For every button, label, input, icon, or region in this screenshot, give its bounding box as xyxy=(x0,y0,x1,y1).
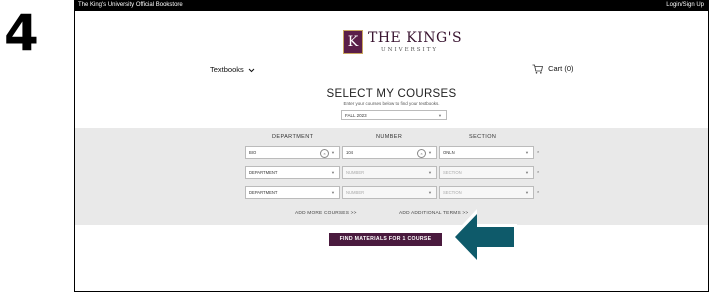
number-select[interactable]: 104 × ▼ xyxy=(342,146,437,159)
chevron-down-icon: ▼ xyxy=(428,170,432,175)
cart-label: Cart (0) xyxy=(548,64,574,73)
number-header: NUMBER xyxy=(376,134,403,140)
logo-letter: K xyxy=(347,34,359,50)
page-subtitle: Enter your courses below to find your te… xyxy=(343,101,440,106)
top-bar: The King's University Official Bookstore… xyxy=(75,0,708,11)
chevron-down-icon: ▼ xyxy=(525,190,529,195)
find-materials-button[interactable]: FIND MATERIALS FOR 1 COURSE xyxy=(329,233,442,246)
section-placeholder: SECTION xyxy=(443,190,462,195)
section-select[interactable]: SECTION ▼ xyxy=(439,186,534,199)
number-value: 104 xyxy=(346,150,353,155)
remove-row-icon[interactable]: × xyxy=(537,169,539,174)
term-select[interactable]: FALL 2023 ▼ xyxy=(341,110,447,120)
add-more-courses-link[interactable]: ADD MORE COURSES >> xyxy=(295,211,357,216)
number-placeholder: NUMBER xyxy=(346,190,365,195)
chevron-down-icon: ▼ xyxy=(525,170,529,175)
login-link[interactable]: Login/Sign Up xyxy=(666,0,704,11)
browser-page: The King's University Official Bookstore… xyxy=(74,0,709,292)
number-placeholder: NUMBER xyxy=(346,170,365,175)
chevron-down-icon: ▼ xyxy=(331,190,335,195)
university-logo[interactable]: K THE KING'S UNIVERSITY xyxy=(343,22,463,60)
section-value: ONLN xyxy=(443,150,455,155)
chevron-down-icon: ▼ xyxy=(525,150,529,155)
chevron-down-icon: ▼ xyxy=(331,170,335,175)
department-select[interactable]: DEPARTMENT ▼ xyxy=(245,186,340,199)
clear-icon[interactable]: × xyxy=(320,149,329,158)
number-select[interactable]: NUMBER ▼ xyxy=(342,166,437,179)
remove-row-icon[interactable]: × xyxy=(537,149,539,154)
chevron-down-icon: ▼ xyxy=(428,150,432,155)
chevron-down-icon xyxy=(248,68,255,72)
department-placeholder: DEPARTMENT xyxy=(249,190,278,195)
term-value: FALL 2023 xyxy=(345,113,367,118)
step-number: 4 xyxy=(4,4,39,62)
department-value: BIO xyxy=(249,150,257,155)
section-select[interactable]: ONLN ▼ xyxy=(439,146,534,159)
logo-title: THE KING'S xyxy=(368,30,463,46)
chevron-down-icon: ▼ xyxy=(438,113,442,118)
cart-link[interactable]: Cart (0) xyxy=(532,64,574,74)
department-header: DEPARTMENT xyxy=(272,134,314,140)
section-placeholder: SECTION xyxy=(443,170,462,175)
number-select[interactable]: NUMBER ▼ xyxy=(342,186,437,199)
logo-subtitle: UNIVERSITY xyxy=(381,47,438,53)
department-select[interactable]: DEPARTMENT ▼ xyxy=(245,166,340,179)
clear-icon[interactable]: × xyxy=(417,149,426,158)
chevron-down-icon: ▼ xyxy=(428,190,432,195)
section-select[interactable]: SECTION ▼ xyxy=(439,166,534,179)
arrow-pointer-icon xyxy=(451,209,517,264)
shield-icon: K xyxy=(343,30,363,54)
textbooks-menu[interactable]: Textbooks xyxy=(210,65,255,74)
page-title: SELECT MY COURSES xyxy=(326,88,457,100)
department-select[interactable]: BIO × ▼ xyxy=(245,146,340,159)
department-placeholder: DEPARTMENT xyxy=(249,170,278,175)
store-name[interactable]: The King's University Official Bookstore xyxy=(78,0,183,11)
chevron-down-icon: ▼ xyxy=(331,150,335,155)
cart-icon xyxy=(532,64,543,74)
textbooks-label: Textbooks xyxy=(210,65,244,74)
section-header: SECTION xyxy=(469,134,497,140)
remove-row-icon[interactable]: × xyxy=(537,189,539,194)
